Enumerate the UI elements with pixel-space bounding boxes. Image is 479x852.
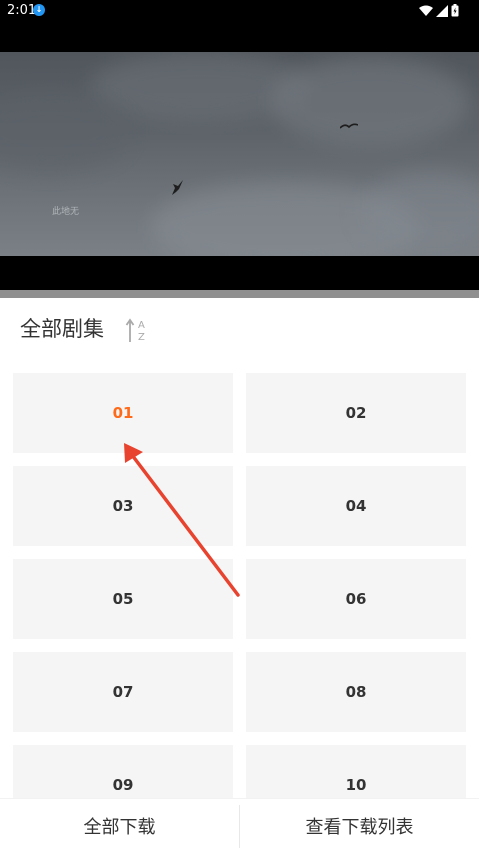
- status-time: 2:01: [7, 3, 37, 18]
- video-watermark: 此地无: [52, 207, 80, 217]
- episode-grid: 01 02 03 04 05 06 07 08 09 10: [0, 298, 479, 798]
- wifi-icon: [419, 5, 433, 16]
- episode-item-06[interactable]: 06: [246, 559, 466, 639]
- episode-item-03[interactable]: 03: [13, 466, 233, 546]
- episode-item-01[interactable]: 01: [13, 373, 233, 453]
- bottom-action-bar: 全部下载 查看下载列表: [0, 798, 479, 852]
- episode-item-09[interactable]: 09: [13, 745, 233, 798]
- view-download-list-button[interactable]: 查看下载列表: [240, 799, 479, 852]
- episode-item-07[interactable]: 07: [13, 652, 233, 732]
- video-frame[interactable]: 此地无: [0, 52, 479, 256]
- bird-icon: [340, 123, 358, 129]
- episodes-panel: 全部剧集 A Z 01 02 03 04 05 06 07 08 09 10: [0, 298, 479, 798]
- video-player[interactable]: 此地无: [0, 22, 479, 290]
- episode-item-08[interactable]: 08: [246, 652, 466, 732]
- download-all-button[interactable]: 全部下载: [0, 799, 239, 852]
- signal-icon: [436, 4, 448, 17]
- bird-icon: [172, 180, 183, 195]
- panel-divider: [0, 290, 479, 298]
- episode-item-02[interactable]: 02: [246, 373, 466, 453]
- episode-item-10[interactable]: 10: [246, 745, 466, 798]
- download-app-icon: ↓: [33, 4, 45, 16]
- status-icons: [419, 4, 459, 17]
- status-bar: 2:01 ↓: [0, 0, 479, 22]
- episode-item-05[interactable]: 05: [13, 559, 233, 639]
- episode-item-04[interactable]: 04: [246, 466, 466, 546]
- battery-icon: [451, 4, 459, 17]
